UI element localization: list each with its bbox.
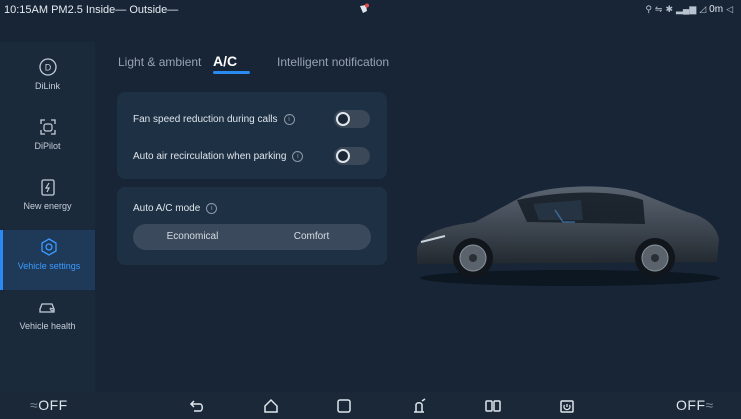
recirculation-toggle[interactable] xyxy=(334,147,370,165)
ac-toggles-card: Fan speed reduction during calls i Auto a… xyxy=(117,92,387,179)
status-bar-text: 10:15AM PM2.5 Inside— Outside— xyxy=(4,4,179,16)
fan-speed-row: Fan speed reduction during calls i xyxy=(133,114,295,125)
ac-mode-selector: Economical Comfort xyxy=(133,224,371,250)
sidebar-item-vehicle-health[interactable]: Vehicle health xyxy=(0,296,95,354)
sidebar-item-label: Vehicle health xyxy=(19,321,76,331)
tab-ac[interactable]: A/C xyxy=(213,53,237,69)
tab-light-ambient[interactable]: Light & ambient xyxy=(118,55,201,69)
location-icon: ⚲ xyxy=(645,4,652,14)
right-climate-off[interactable]: OFF≈ xyxy=(676,397,714,413)
vehicle-settings-icon xyxy=(41,238,57,256)
fan-speed-toggle[interactable] xyxy=(334,110,370,128)
back-icon[interactable] xyxy=(188,397,206,415)
notification-icon[interactable] xyxy=(358,3,370,15)
usb-icon: ⇋ xyxy=(654,4,663,14)
left-climate-off[interactable]: ≈OFF xyxy=(30,397,68,413)
dipilot-icon xyxy=(39,119,56,135)
sidebar-item-label: New energy xyxy=(23,201,72,211)
ac-mode-economical[interactable]: Economical xyxy=(133,224,252,250)
status-indicators: ⚲ ⇋ ✱ ▂▄▆ ◿ 0m ◁ xyxy=(645,4,733,15)
camera-icon[interactable] xyxy=(558,397,576,415)
sidebar-item-label: Vehicle settings xyxy=(17,261,81,271)
info-icon[interactable]: i xyxy=(206,203,218,214)
bottom-bar xyxy=(0,392,741,419)
vehicle-illustration xyxy=(417,186,720,286)
info-icon[interactable]: i xyxy=(292,151,304,162)
signal-icon: ▂▄▆ xyxy=(676,4,697,14)
ac-mode-row: Auto A/C mode i xyxy=(133,203,218,215)
speaker-icon: ◁ xyxy=(726,4,733,14)
home-icon[interactable] xyxy=(262,397,280,415)
vehicle-health-icon xyxy=(38,303,55,313)
active-tab-indicator xyxy=(213,71,250,74)
sidebar-item-label: DiLink xyxy=(34,81,60,91)
info-icon[interactable]: i xyxy=(283,114,295,125)
svg-text:D: D xyxy=(44,63,51,73)
sidebar-item-dipilot[interactable]: DiPilot xyxy=(0,116,95,174)
battery-icon xyxy=(40,179,55,196)
recirculation-row: Auto air recirculation when parking i xyxy=(133,151,304,163)
navigation-icon: ◿ xyxy=(699,4,707,14)
sidebar-item-dilink[interactable]: D DiLink xyxy=(0,56,95,114)
recents-icon[interactable] xyxy=(335,397,353,415)
bluetooth-icon: ✱ xyxy=(665,4,674,14)
left-off-label: OFF xyxy=(38,397,68,413)
right-off-label: OFF xyxy=(676,397,706,413)
tab-intelligent-notification[interactable]: Intelligent notification xyxy=(277,55,389,69)
left-fan-glyph: ≈ xyxy=(30,397,39,413)
toggle-knob xyxy=(336,112,350,126)
sidebar-item-new-energy[interactable]: New energy xyxy=(0,176,95,234)
fan-speed-label: Fan speed reduction during calls xyxy=(133,114,278,126)
sidebar: D DiLink DiPilot New energy Vehicle sett… xyxy=(0,42,95,392)
distance-readout: 0m xyxy=(709,4,724,15)
recirculation-label: Auto air recirculation when parking xyxy=(133,151,287,163)
sidebar-item-label: DiPilot xyxy=(34,141,61,151)
ac-mode-comfort[interactable]: Comfort xyxy=(252,224,371,250)
split-screen-icon[interactable] xyxy=(484,397,502,415)
right-fan-glyph: ≈ xyxy=(705,397,714,413)
toggle-knob xyxy=(336,149,350,163)
dilink-icon: D xyxy=(38,58,57,76)
sidebar-item-vehicle-settings[interactable]: Vehicle settings xyxy=(0,230,95,290)
climate-fan-icon[interactable] xyxy=(410,397,428,415)
ac-mode-label: Auto A/C mode xyxy=(133,203,201,215)
